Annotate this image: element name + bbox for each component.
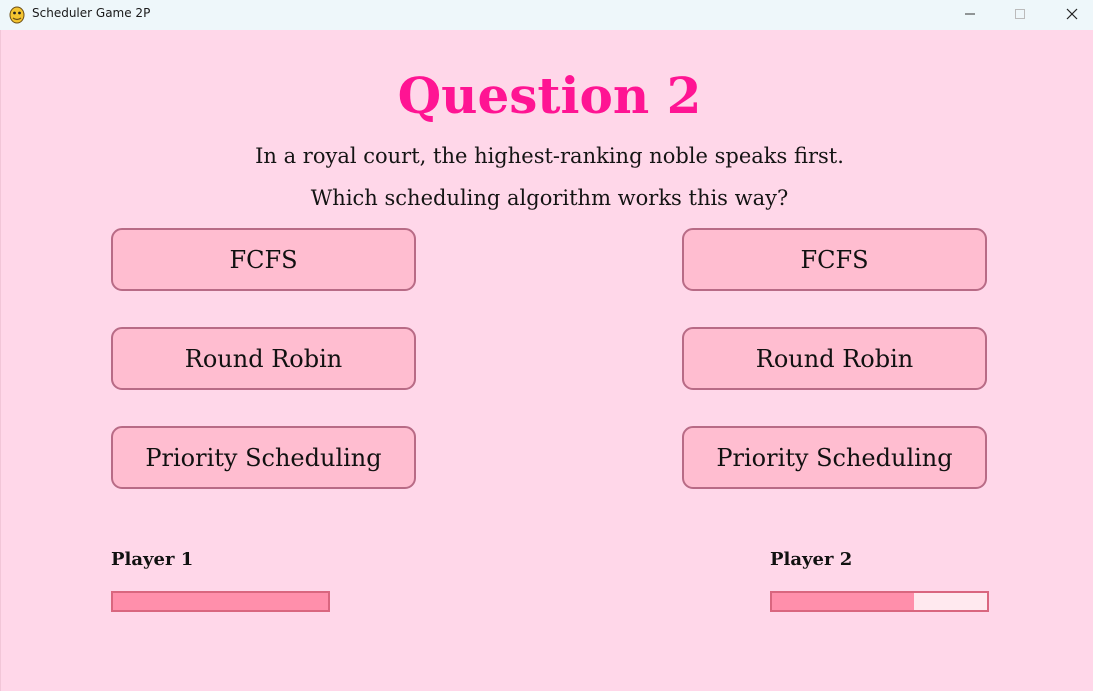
player2-progress-fill — [772, 593, 914, 610]
player1-option-round-robin-button[interactable]: Round Robin — [111, 327, 416, 390]
maximize-icon — [1015, 9, 1025, 19]
player2-option-priority-scheduling-button[interactable]: Priority Scheduling — [682, 426, 987, 489]
player1-progress-fill — [113, 593, 328, 610]
player2-option-round-robin-button[interactable]: Round Robin — [682, 327, 987, 390]
question-title: Question 2 — [397, 66, 702, 125]
question-text-line-2: Which scheduling algorithm works this wa… — [310, 186, 789, 210]
player1-label: Player 1 — [111, 549, 194, 570]
player1-option-fcfs-button[interactable]: FCFS — [111, 228, 416, 291]
player2-progress-bar — [770, 591, 989, 612]
minimize-button[interactable] — [947, 0, 993, 30]
player1-option-priority-scheduling-button[interactable]: Priority Scheduling — [111, 426, 416, 489]
window-titlebar[interactable]: Scheduler Game 2P — [0, 0, 1093, 30]
maximize-button[interactable] — [997, 0, 1043, 30]
player1-progress-bar — [111, 591, 330, 612]
game-area: Question 2 In a royal court, the highest… — [0, 30, 1093, 691]
player2-label: Player 2 — [770, 549, 853, 570]
close-button[interactable] — [1049, 0, 1093, 30]
question-text-line-1: In a royal court, the highest-ranking no… — [255, 144, 844, 168]
window-title: Scheduler Game 2P — [32, 6, 151, 20]
minimize-icon — [965, 13, 975, 15]
app-icon — [9, 6, 25, 24]
player2-option-fcfs-button[interactable]: FCFS — [682, 228, 987, 291]
close-icon — [1066, 8, 1078, 20]
